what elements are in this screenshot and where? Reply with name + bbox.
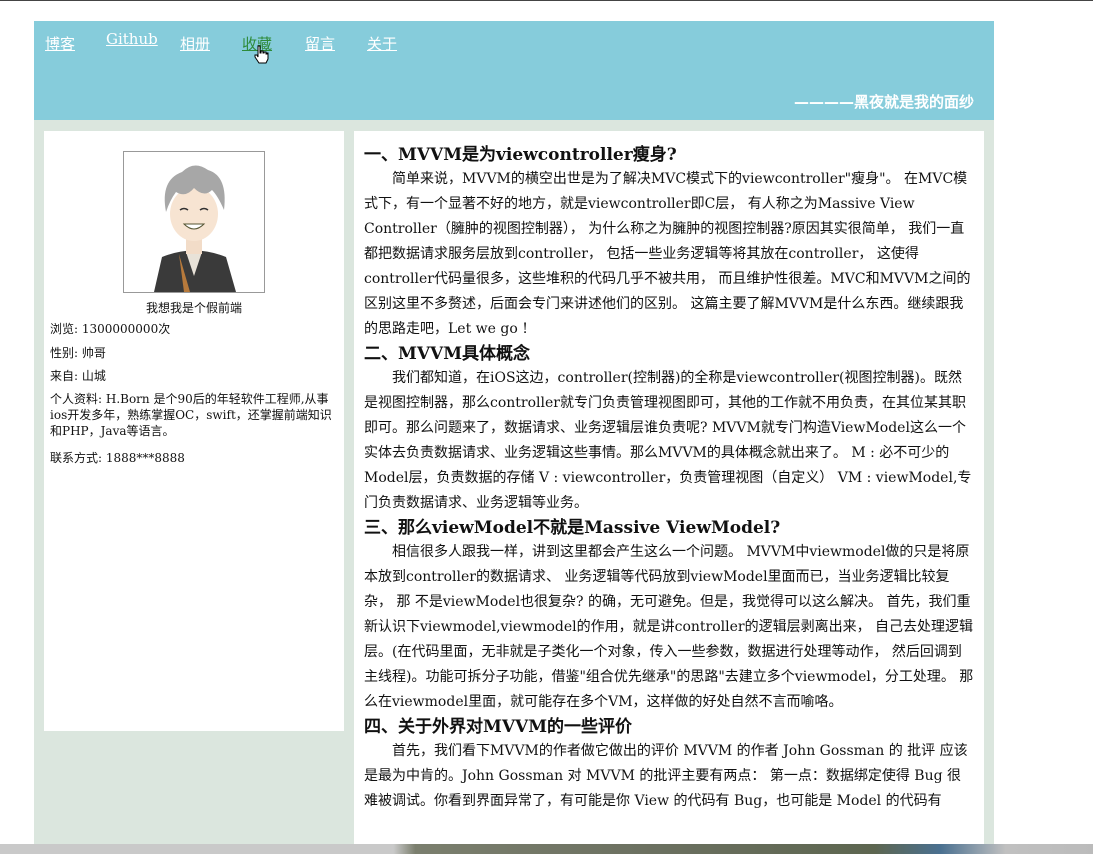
avatar xyxy=(123,151,265,293)
section-paragraph: 首先，我们看下MVVM的作者做它做出的评价 MVVM 的作者 John Goss… xyxy=(364,743,968,809)
section-paragraph: 简单来说，MVVM的横空出世是为了解决MVC模式下的viewcontroller… xyxy=(364,171,971,337)
nav-album-link[interactable]: 相册 xyxy=(180,33,210,54)
nav-about-link[interactable]: 关于 xyxy=(367,33,397,54)
profile-bio: 个人资料: H.Born 是个90后的年轻软件工程师,从事ios开发多年，熟练掌… xyxy=(50,392,332,438)
profile-origin: 来自: 山城 xyxy=(50,369,106,383)
site-motto: ————黑夜就是我的面纱 xyxy=(793,93,974,111)
profile-nickname: 我想我是个假前端 xyxy=(145,301,242,315)
blog-page: 博客 Github 相册 收藏 留言 关于 ————黑夜就是我的面纱 我想我是个… xyxy=(34,21,994,861)
anime-avatar-icon xyxy=(124,152,264,292)
section-title: 一、MVVM是为viewcontroller瘦身? xyxy=(364,145,677,165)
profile-contact: 联系方式: 1888***8888 xyxy=(50,451,185,465)
hand-cursor-icon xyxy=(254,45,269,64)
article-panel: 一、MVVM是为viewcontroller瘦身? 简单来说，MVVM的横空出世… xyxy=(354,131,984,861)
section-title: 二、MVVM具体概念 xyxy=(364,344,531,364)
profile-gender: 性别: 帅哥 xyxy=(50,346,106,360)
section-title: 三、那么viewModel不就是Massive ViewModel? xyxy=(364,518,781,538)
section-paragraph: 我们都知道，在iOS这边，controller(控制器)的全称是viewcont… xyxy=(364,370,972,511)
site-header: 博客 Github 相册 收藏 留言 关于 ————黑夜就是我的面纱 xyxy=(34,21,994,120)
section-title: 四、关于外界对MVVM的一些评价 xyxy=(364,717,633,737)
section-paragraph: 相信很多人跟我一样，讲到这里都会产生这么一个问题。 MVVM中viewmodel… xyxy=(364,544,974,710)
desktop-taskbar-strip xyxy=(0,844,1093,854)
profile-sidebar: 我想我是个假前端 浏览: 1300000000次 性别: 帅哥 来自: 山城 个… xyxy=(44,131,344,731)
window-top-border xyxy=(0,0,1093,1)
article-body: 一、MVVM是为viewcontroller瘦身? 简单来说，MVVM的横空出世… xyxy=(364,143,974,814)
nav-blog-link[interactable]: 博客 xyxy=(45,33,75,54)
nav-message-link[interactable]: 留言 xyxy=(305,33,335,54)
nav-github-link[interactable]: Github xyxy=(106,30,158,48)
profile-views: 浏览: 1300000000次 xyxy=(50,322,171,336)
